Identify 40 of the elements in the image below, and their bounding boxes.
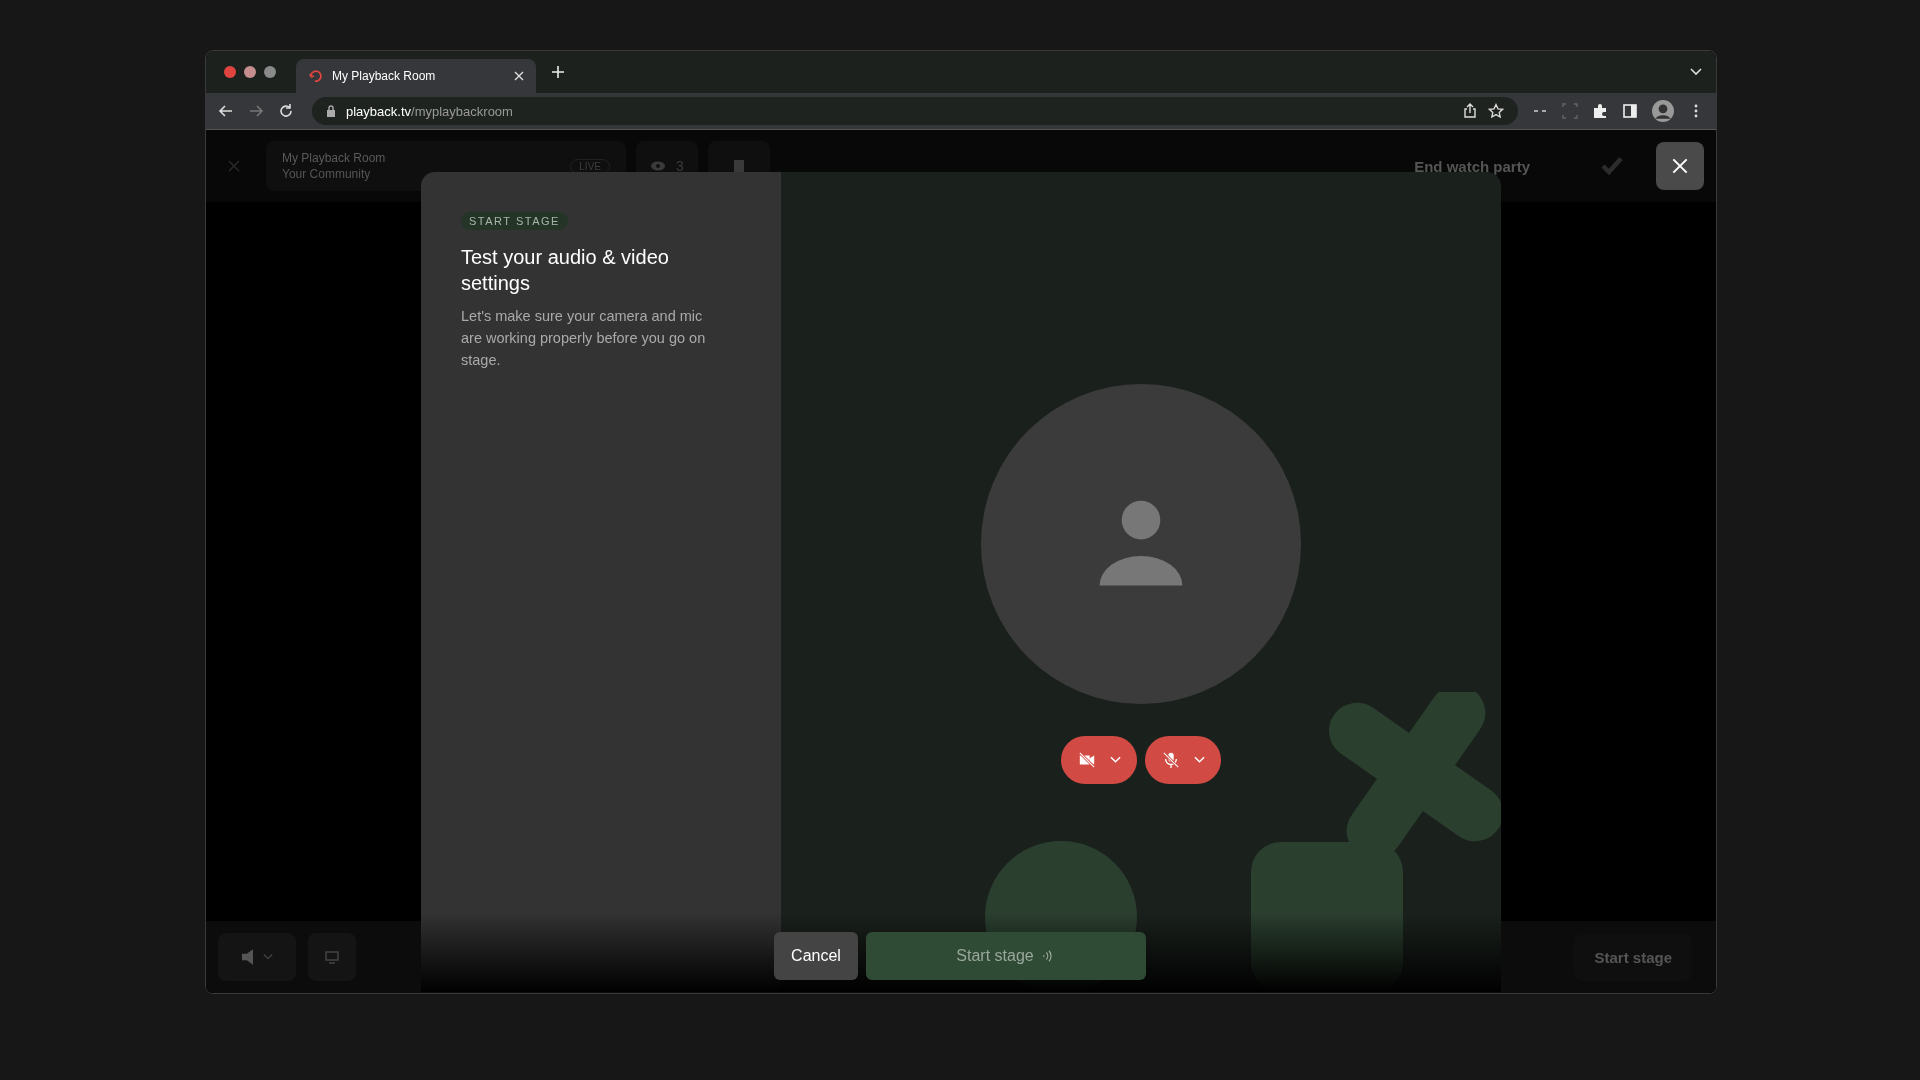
profile-avatar[interactable]	[1652, 100, 1674, 122]
puzzle-icon[interactable]	[1592, 103, 1608, 119]
check-icon[interactable]	[1600, 154, 1624, 178]
url-text: playback.tv/myplaybackroom	[346, 103, 513, 119]
tab-list-icon[interactable]	[1690, 68, 1702, 76]
share-icon[interactable]	[1462, 103, 1478, 119]
close-icon	[1672, 158, 1688, 174]
close-window-button[interactable]	[224, 66, 236, 78]
star-icon[interactable]	[1488, 103, 1504, 119]
dialog-description: Let's make sure your camera and mic are working properly before you go on stage.	[461, 307, 707, 370]
browser-tab[interactable]: My Playback Room	[296, 59, 536, 93]
close-tab-icon[interactable]	[514, 71, 524, 81]
cancel-button[interactable]: Cancel	[774, 932, 858, 980]
community-name: Your Community	[282, 167, 372, 181]
forward-icon[interactable]	[248, 103, 264, 119]
room-title: My Playback Room	[282, 151, 387, 165]
dialog-title: Test your audio & video settings	[461, 245, 670, 296]
speaker-icon	[241, 949, 253, 965]
volume-button[interactable]	[218, 933, 296, 981]
camera-toggle[interactable]	[1061, 736, 1137, 784]
mic-toggle[interactable]	[1145, 736, 1221, 784]
back-icon[interactable]	[218, 103, 234, 119]
address-field[interactable]: playback.tv/myplaybackroom	[312, 97, 1518, 125]
zoom-window-button[interactable]	[264, 66, 276, 78]
step-badge: START STAGE	[461, 212, 568, 230]
caret-icon	[262, 953, 273, 961]
lock-icon	[326, 105, 336, 117]
side-panel-icon[interactable]	[1622, 103, 1638, 119]
monitor-icon	[324, 949, 340, 965]
end-party-link[interactable]: End watch party	[1414, 157, 1530, 175]
new-tab-icon[interactable]	[552, 66, 564, 78]
loop-icon	[308, 68, 324, 84]
tab-title: My Playback Room	[332, 69, 437, 83]
reload-icon[interactable]	[278, 103, 294, 119]
camera-off-icon	[1077, 751, 1096, 769]
mic-off-icon	[1161, 751, 1180, 769]
minimize-window-button[interactable]	[244, 66, 256, 78]
close-button[interactable]	[1656, 142, 1704, 190]
caret-icon	[1109, 756, 1121, 764]
caret-icon	[1193, 756, 1205, 764]
